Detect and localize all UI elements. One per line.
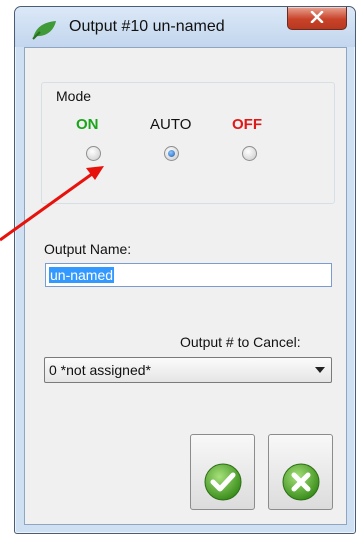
annotation-arrow — [0, 166, 104, 242]
